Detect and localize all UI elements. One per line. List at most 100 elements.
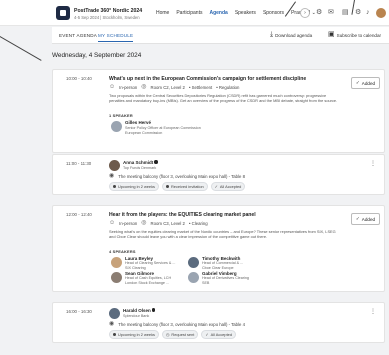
speaker-avatar[interactable] bbox=[188, 257, 199, 268]
status-dot-icon bbox=[113, 185, 116, 188]
speakers-label: 1 SPEAKER bbox=[109, 113, 133, 118]
verified-icon bbox=[154, 160, 158, 164]
status-badge: ✓ All Accepted bbox=[210, 182, 246, 191]
status-badge: Upcoming in 2 weeks bbox=[109, 182, 159, 191]
location-icon: ◉ bbox=[109, 173, 115, 179]
subscribe-calendar-button[interactable]: ▣ Subscribe to calendar bbox=[328, 31, 382, 38]
speaker-org: Cboe Clear Europe bbox=[202, 266, 234, 270]
location-icon: ◎ bbox=[141, 220, 147, 226]
participant-name[interactable]: Harald Olsen bbox=[123, 308, 156, 313]
day-heading: Wednesday, 4 September 2024 bbox=[52, 52, 142, 59]
session-card[interactable]: 10:00 - 10:40 What's up next in the Euro… bbox=[52, 69, 385, 153]
nav-agenda[interactable]: Agenda bbox=[209, 10, 227, 16]
meeting-badges: Upcoming in 2 weeks Received invitation … bbox=[109, 182, 246, 191]
status-badge: Upcoming in 2 weeks bbox=[109, 330, 159, 339]
session-title[interactable]: Hear it from the players: the EQUITIES c… bbox=[109, 212, 256, 218]
main-nav: Home Participants Agenda Speakers Sponso… bbox=[156, 10, 316, 16]
session-description: Two proposals within the Central Securit… bbox=[109, 93, 338, 104]
more-nav-button[interactable]: › bbox=[300, 8, 310, 18]
nav-home[interactable]: Home bbox=[156, 10, 169, 16]
session-format: In-person bbox=[119, 85, 138, 90]
event-logo[interactable] bbox=[56, 6, 70, 20]
session-tag-label: Regulation bbox=[218, 85, 240, 90]
speaker-org: London Stock Exchange ... bbox=[125, 281, 170, 285]
speaker-role: Head of Clearing Services & ... bbox=[125, 261, 176, 265]
session-meta: ☺ In-person ◎ Room C3, Level 2 • Clearin… bbox=[109, 220, 208, 226]
added-button[interactable]: ✓ Added bbox=[351, 77, 380, 89]
download-icon: ⤓ bbox=[270, 31, 274, 38]
speaker-role: Senior Policy Officer at European Commis… bbox=[125, 126, 201, 130]
session-tag-label: Clearing bbox=[191, 221, 208, 226]
meeting-card[interactable]: 11:00 - 11:30 Anna Schmidt Top Funds Den… bbox=[52, 154, 385, 195]
nav-sponsors[interactable]: Sponsors bbox=[263, 10, 284, 16]
check-icon: ✓ bbox=[355, 216, 360, 221]
status-dot-icon bbox=[165, 185, 169, 188]
download-agenda-label: Download agenda bbox=[275, 32, 313, 38]
nav-speakers[interactable]: Speakers bbox=[235, 10, 256, 16]
tab-event-agenda[interactable]: EVENT AGENDA bbox=[59, 33, 97, 38]
verified-icon bbox=[151, 308, 156, 312]
clock-icon: ◷ bbox=[165, 332, 170, 337]
speaker-role: Head of Commercial & ... bbox=[202, 261, 244, 265]
check-icon: ✓ bbox=[214, 184, 218, 189]
session-meta: ☺ In-person ◎ Room C2, Level 2 • Settlem… bbox=[109, 84, 240, 90]
notifications-icon[interactable]: ⚙ bbox=[316, 9, 322, 17]
meeting-card[interactable]: 16:00 - 16:30 Harald Olsen Splendour Ban… bbox=[52, 302, 385, 343]
participant-org: Splendour Bank bbox=[123, 314, 150, 318]
messages-icon[interactable]: ✉ bbox=[328, 9, 334, 17]
session-tag: • Regulation bbox=[216, 85, 240, 90]
added-label: Added bbox=[361, 80, 376, 86]
tab-my-schedule[interactable]: MY SCHEDULE bbox=[98, 33, 134, 43]
meeting-time: 16:00 - 16:30 bbox=[66, 309, 92, 314]
session-time: 12:00 - 12:40 bbox=[66, 212, 92, 217]
participant-name[interactable]: Anna Schmidt bbox=[123, 160, 158, 165]
meeting-location: The meeting balcony (floor 3, overlookin… bbox=[118, 174, 245, 179]
bell-icon[interactable]: ♪ bbox=[366, 9, 370, 17]
status-badge-label: Received invitation bbox=[170, 184, 204, 189]
chevron-right-icon: › bbox=[304, 10, 306, 16]
session-card[interactable]: 12:00 - 12:40 Hear it from the players: … bbox=[52, 205, 385, 292]
schedule-icon[interactable]: ▤ bbox=[342, 9, 349, 17]
session-time: 10:00 - 10:40 bbox=[66, 76, 92, 81]
meeting-time: 11:00 - 11:30 bbox=[66, 161, 92, 166]
nav-participants[interactable]: Participants bbox=[176, 10, 202, 16]
event-date-location: 4-5 Sep 2024 | Stockholm, Sweden bbox=[74, 15, 140, 20]
annotation-pointer bbox=[0, 36, 42, 61]
subscribe-calendar-label: Subscribe to calendar bbox=[336, 32, 382, 38]
status-badge-label: Upcoming in 2 weeks bbox=[118, 332, 155, 337]
session-title[interactable]: What's up next in the European Commissio… bbox=[109, 76, 306, 82]
status-badge-label: Upcoming in 2 weeks bbox=[118, 184, 155, 189]
user-avatar[interactable] bbox=[376, 8, 386, 18]
agenda-subnav: EVENT AGENDA MY SCHEDULE ⤓ Download agen… bbox=[52, 27, 389, 44]
settings-icon[interactable]: ⚙ bbox=[355, 9, 361, 17]
speaker-role: Head of Derivatives Clearing bbox=[202, 276, 249, 280]
speaker-name[interactable]: Gilles Hervé bbox=[125, 120, 151, 125]
more-options-icon[interactable]: ⋮ bbox=[370, 161, 376, 167]
participant-avatar[interactable] bbox=[109, 160, 120, 171]
status-badge-label: All Accepted bbox=[210, 332, 233, 337]
meeting-location: The meeting balcony (floor 3, overlookin… bbox=[118, 322, 245, 327]
added-label: Added bbox=[361, 216, 376, 222]
status-badge-label: Request sent bbox=[171, 332, 195, 337]
status-badge-label: All Accepted bbox=[219, 184, 242, 189]
speaker-org: SIX Clearing bbox=[125, 266, 146, 270]
speaker-org: European Commission bbox=[125, 131, 163, 135]
meeting-badges: Upcoming in 2 weeks ◷ Request sent ✓ All A… bbox=[109, 330, 237, 339]
session-tag: • Settlement bbox=[188, 85, 213, 90]
top-header: PostTrade 360° Nordic 2024 4-5 Sep 2024 … bbox=[0, 0, 389, 26]
participant-avatar[interactable] bbox=[109, 308, 120, 319]
check-icon: ✓ bbox=[355, 80, 360, 85]
speaker-avatar[interactable] bbox=[188, 272, 199, 283]
status-dot-icon bbox=[113, 333, 116, 336]
speaker-avatar[interactable] bbox=[111, 272, 122, 283]
more-options-icon[interactable]: ⋮ bbox=[370, 309, 376, 315]
speaker-avatar[interactable] bbox=[111, 121, 122, 132]
session-room: Room C3, Level 2 bbox=[150, 221, 185, 226]
download-agenda-button[interactable]: ⤓ Download agenda bbox=[270, 31, 313, 38]
added-button[interactable]: ✓ Added bbox=[351, 213, 380, 225]
status-badge: ◷ Request sent bbox=[161, 330, 199, 339]
session-format: In-person bbox=[119, 221, 138, 226]
status-badge: Received invitation bbox=[161, 182, 208, 191]
speaker-avatar[interactable] bbox=[111, 257, 122, 268]
location-icon: ◉ bbox=[109, 321, 115, 327]
